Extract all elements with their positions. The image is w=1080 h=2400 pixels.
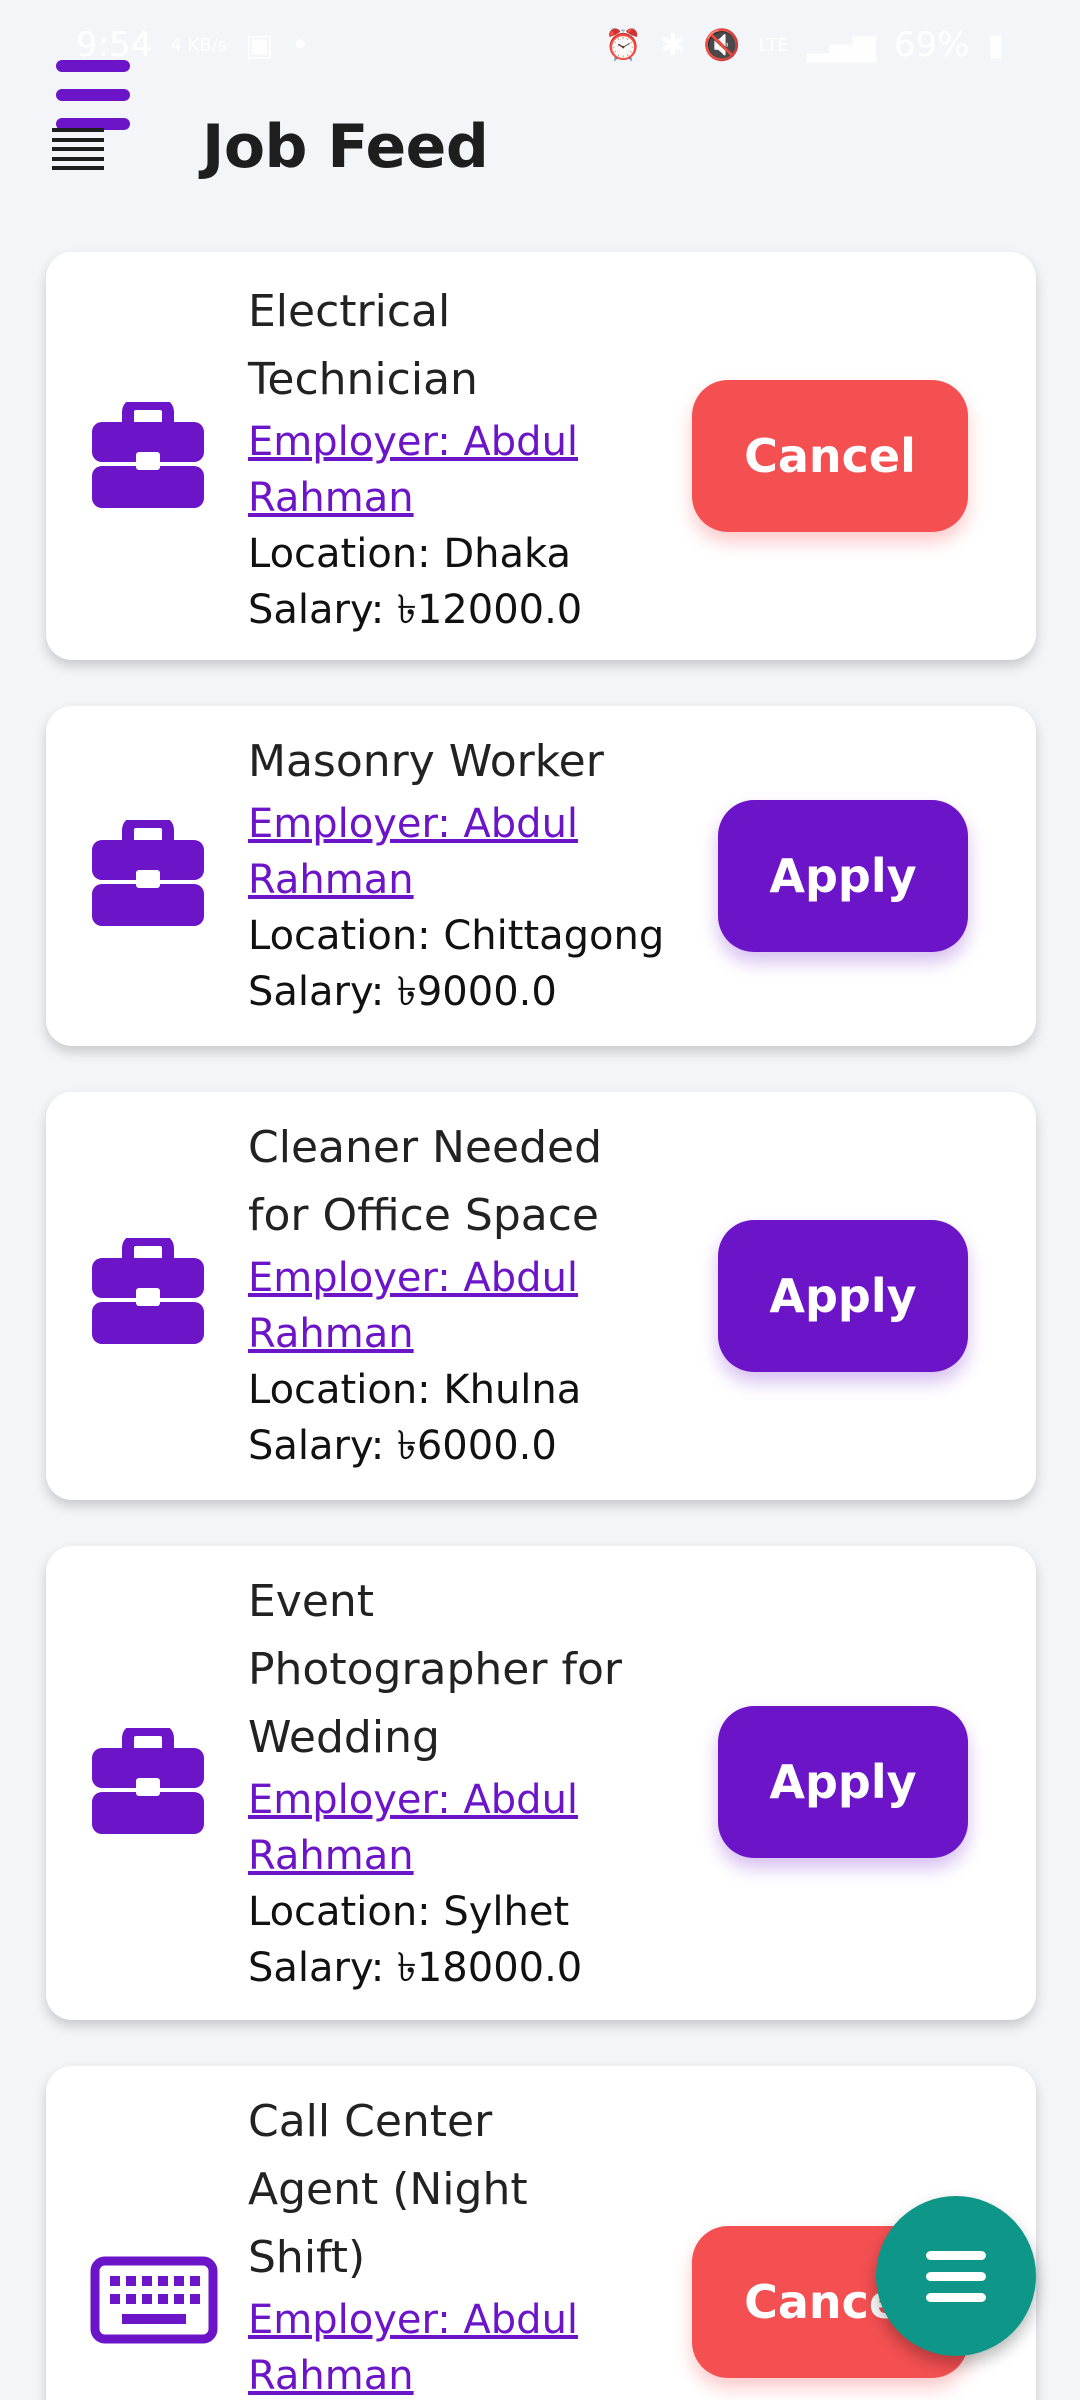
menu-icon-bar — [926, 2250, 986, 2260]
employer-line: Rahman — [248, 2353, 414, 2399]
drawer-line — [52, 128, 104, 132]
job-info: Event Photographer for Wedding Employer:… — [248, 1568, 688, 1996]
status-time: 9:54 — [76, 25, 153, 65]
alarm-icon: ⏰ — [604, 27, 643, 63]
bluetooth-icon: ✱ — [660, 27, 686, 63]
menu-icon-bar — [926, 2292, 986, 2302]
job-title-line: Masonry Worker — [248, 736, 604, 787]
job-title-line: Wedding — [248, 1712, 440, 1763]
employer-line: Rahman — [248, 475, 414, 521]
cancel-button[interactable]: Cancel — [692, 380, 968, 532]
employer-line: Employer: Abdul — [248, 801, 579, 847]
job-title-line: Event — [248, 1576, 375, 1627]
employer-link[interactable]: Employer: Abdul Rahman — [248, 414, 688, 526]
job-location: Location: Dhaka — [248, 531, 572, 577]
status-bar: 9:54 4 KB/s ▣ • ⏰ ✱ 🔇 LTE ▂▄▆ 69% ▮ — [0, 0, 1080, 90]
drawer-line — [52, 137, 104, 142]
job-feed-screen: 9:54 4 KB/s ▣ • ⏰ ✱ 🔇 LTE ▂▄▆ 69% ▮ Job … — [0, 0, 1080, 2400]
employer-link[interactable]: Employer: Abdul Rahman — [248, 796, 688, 908]
drawer-toggle-icon[interactable] — [52, 128, 104, 170]
menu-bar — [56, 60, 130, 72]
job-title-line: Agent (Night — [248, 2164, 528, 2215]
job-title: Call Center Agent (Night Shift) — [248, 2088, 688, 2292]
job-salary: Salary: ৳6000.0 — [248, 1423, 557, 1469]
menu-bar — [56, 89, 130, 101]
job-title: Cleaner Needed for Office Space — [248, 1114, 688, 1250]
notification-dot-icon: • — [291, 27, 310, 63]
job-title: Electrical Technician — [248, 278, 688, 414]
briefcase-icon — [90, 1234, 206, 1346]
signal-icon: ▂▄▆ — [806, 27, 876, 63]
fab-menu-button[interactable] — [876, 2196, 1036, 2356]
job-location: Location: Khulna — [248, 1367, 582, 1413]
briefcase-icon — [90, 816, 206, 928]
job-card[interactable]: Cleaner Needed for Office Space Employer… — [46, 1092, 1036, 1500]
drawer-line — [52, 156, 104, 161]
status-right: ⏰ ✱ 🔇 LTE ▂▄▆ 69% ▮ — [605, 25, 1004, 65]
mute-icon: 🔇 — [703, 27, 741, 63]
job-info: Cleaner Needed for Office Space Employer… — [248, 1114, 688, 1474]
employer-line: Employer: Abdul — [248, 419, 579, 465]
job-salary: Salary: ৳9000.0 — [248, 969, 557, 1015]
employer-line: Rahman — [248, 1311, 414, 1357]
job-info: Call Center Agent (Night Shift) Employer… — [248, 2088, 688, 2400]
keyboard-icon — [90, 2256, 218, 2344]
job-list: Electrical Technician Employer: Abdul Ra… — [46, 252, 1036, 2400]
job-card[interactable]: Electrical Technician Employer: Abdul Ra… — [46, 252, 1036, 660]
job-title-line: Cleaner Needed — [248, 1122, 602, 1173]
job-info: Masonry Worker Employer: Abdul Rahman Lo… — [248, 728, 688, 1020]
job-title: Masonry Worker — [248, 728, 688, 796]
job-card[interactable]: Masonry Worker Employer: Abdul Rahman Lo… — [46, 706, 1036, 1046]
battery-icon: ▮ — [987, 27, 1004, 63]
job-title-line: Shift) — [248, 2232, 366, 2283]
job-title-line: for Office Space — [248, 1190, 599, 1241]
job-title-line: Technician — [248, 354, 478, 405]
status-left: 9:54 4 KB/s ▣ • — [76, 25, 309, 65]
employer-line: Employer: Abdul — [248, 2297, 579, 2343]
employer-link[interactable]: Employer: Abdul Rahman — [248, 1250, 688, 1362]
apply-button[interactable]: Apply — [718, 800, 968, 952]
apply-button[interactable]: Apply — [718, 1220, 968, 1372]
job-title-line: Electrical — [248, 286, 451, 337]
drawer-line — [52, 147, 104, 151]
menu-icon[interactable] — [56, 60, 134, 130]
menu-icon-bar — [926, 2271, 986, 2281]
employer-link[interactable]: Employer: Abdul Rahman — [248, 1772, 688, 1884]
job-title: Event Photographer for Wedding — [248, 1568, 688, 1772]
employer-line: Employer: Abdul — [248, 1777, 579, 1823]
employer-link[interactable]: Employer: Abdul Rahman — [248, 2292, 688, 2400]
page-title: Job Feed — [202, 112, 489, 182]
job-title-line: Call Center — [248, 2096, 493, 2147]
job-location: Location: Sylhet — [248, 1889, 570, 1935]
job-location: Location: Chittagong — [248, 913, 665, 959]
job-card[interactable]: Event Photographer for Wedding Employer:… — [46, 1546, 1036, 2020]
apply-button[interactable]: Apply — [718, 1706, 968, 1858]
battery-percent: 69% — [893, 25, 970, 65]
briefcase-icon — [90, 1724, 206, 1836]
employer-line: Rahman — [248, 857, 414, 903]
job-title-line: Photographer for — [248, 1644, 622, 1695]
employer-line: Employer: Abdul — [248, 1255, 579, 1301]
network-type: LTE — [758, 34, 789, 56]
job-salary: Salary: ৳18000.0 — [248, 1945, 583, 1991]
drawer-line — [52, 166, 104, 170]
net-speed: 4 KB/s — [170, 34, 228, 56]
gallery-icon: ▣ — [245, 27, 274, 63]
job-salary: Salary: ৳12000.0 — [248, 587, 583, 633]
job-info: Electrical Technician Employer: Abdul Ra… — [248, 278, 688, 638]
briefcase-icon — [90, 398, 206, 510]
employer-line: Rahman — [248, 1833, 414, 1879]
